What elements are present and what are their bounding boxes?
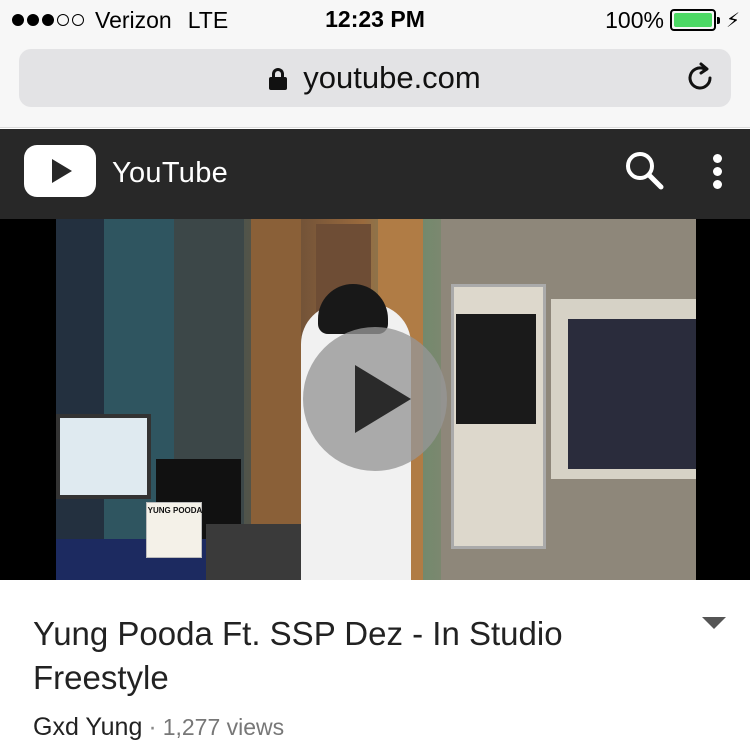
expand-details-icon[interactable]: [702, 617, 726, 629]
url-text[interactable]: youtube.com: [303, 60, 481, 96]
reload-icon[interactable]: [683, 61, 717, 95]
search-icon[interactable]: [624, 150, 664, 190]
channel-watermark: YUNG POODA: [146, 502, 202, 558]
lock-icon: [269, 68, 288, 90]
video-player[interactable]: YUNG POODA: [0, 219, 750, 580]
more-vertical-icon[interactable]: [708, 154, 728, 190]
channel-name[interactable]: Gxd Yung: [33, 713, 142, 741]
battery-status: 100% ⚡︎: [605, 6, 740, 34]
meta-separator: ·: [148, 713, 157, 741]
browser-toolbar: youtube.com: [0, 42, 750, 128]
battery-icon: [669, 9, 720, 31]
view-count: 1,277 views: [162, 714, 285, 740]
video-title[interactable]: Yung Pooda Ft. SSP Dez - In Studio Frees…: [33, 612, 673, 700]
charging-bolt-icon: ⚡︎: [725, 9, 740, 32]
video-meta: Gxd Yung · 1,277 views: [33, 713, 284, 742]
address-bar[interactable]: youtube.com: [19, 49, 731, 107]
battery-percent: 100%: [605, 6, 664, 33]
play-icon: [355, 365, 411, 433]
watermark-text: YUNG POODA: [147, 506, 203, 515]
play-button[interactable]: [303, 327, 447, 471]
youtube-logo-icon[interactable]: [24, 145, 96, 197]
status-bar: Verizon LTE 12:23 PM 100% ⚡︎: [0, 0, 750, 42]
youtube-wordmark[interactable]: YouTube: [112, 157, 228, 190]
youtube-header: YouTube: [0, 129, 750, 219]
